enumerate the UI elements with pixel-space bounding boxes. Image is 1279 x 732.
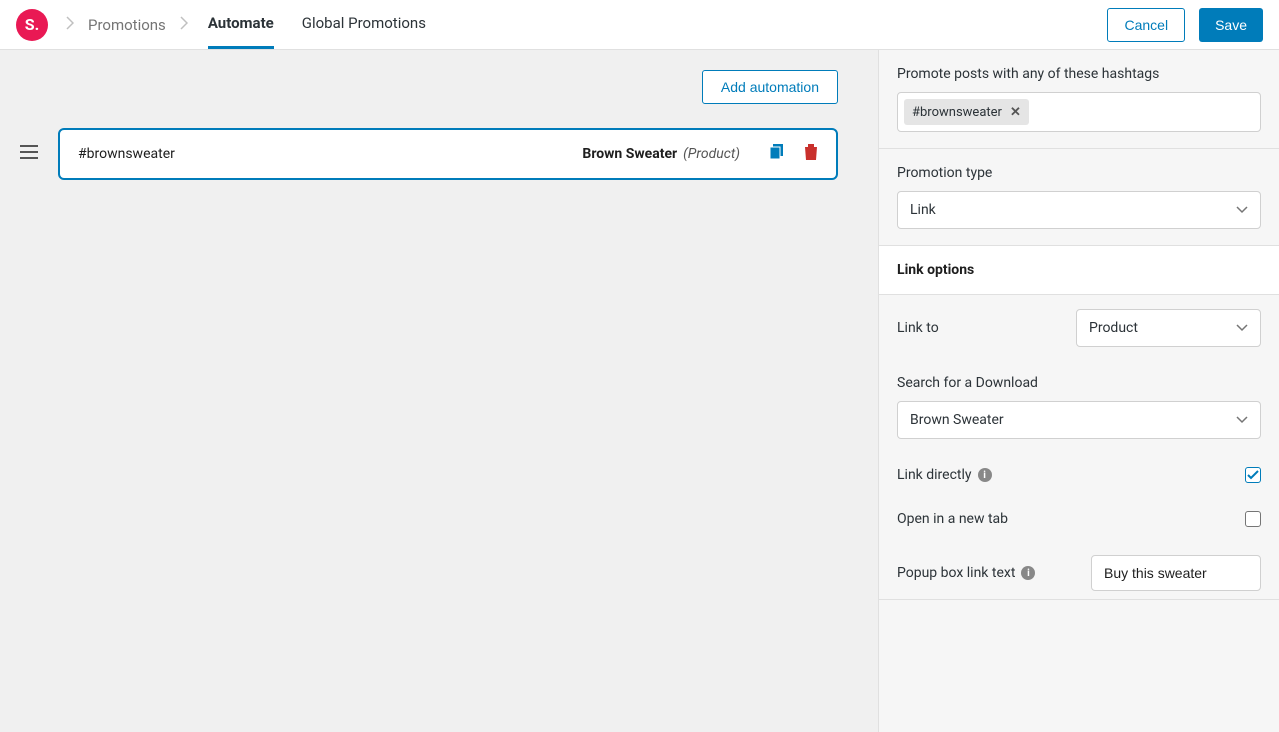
info-icon[interactable]: i [1021, 566, 1035, 580]
link-options-header: Link options [879, 245, 1279, 295]
automation-card[interactable]: #brownsweater Brown Sweater (Product) [58, 128, 838, 180]
duplicate-icon[interactable] [770, 144, 786, 164]
remove-hashtag-icon[interactable]: ✕ [1010, 105, 1021, 120]
automation-product-type: (Product) [683, 146, 740, 162]
header-actions: Cancel Save [1107, 8, 1263, 42]
hashtag-section: Promote posts with any of these hashtags… [879, 50, 1279, 149]
tab-bar: Automate Global Promotions [208, 0, 426, 49]
drag-handle-icon[interactable] [20, 145, 38, 163]
chevron-down-icon [1236, 202, 1248, 218]
automation-product-name: Brown Sweater [582, 146, 677, 162]
card-actions [770, 144, 818, 164]
tab-global-promotions[interactable]: Global Promotions [302, 0, 426, 49]
main-content: Add automation #brownsweater Brown Sweat… [0, 50, 1279, 732]
breadcrumb-promotions[interactable]: Promotions [88, 16, 166, 34]
breadcrumb: Promotions [56, 16, 198, 34]
link-directly-row: Link directly i [879, 453, 1279, 497]
promotion-type-section: Promotion type Link [879, 149, 1279, 245]
save-button[interactable]: Save [1199, 8, 1263, 42]
automations-panel: Add automation #brownsweater Brown Sweat… [0, 50, 879, 732]
link-options-title: Link options [897, 262, 1261, 278]
cancel-button[interactable]: Cancel [1107, 8, 1185, 42]
app-logo: S. [16, 9, 48, 41]
download-value: Brown Sweater [910, 412, 1004, 428]
link-directly-checkbox[interactable] [1245, 467, 1261, 483]
chevron-down-icon [1236, 320, 1248, 336]
popup-text-label: Popup box link text i [897, 565, 1035, 581]
link-to-select[interactable]: Product [1076, 309, 1261, 347]
page-header: S. Promotions Automate Global Promotions… [0, 0, 1279, 50]
hashtag-chip-text: #brownsweater [912, 105, 1002, 120]
delete-icon[interactable] [804, 144, 818, 164]
info-icon[interactable]: i [978, 468, 992, 482]
tab-automate[interactable]: Automate [208, 0, 274, 49]
popup-text-row: Popup box link text i [879, 541, 1279, 600]
automation-meta: Brown Sweater (Product) [582, 144, 818, 164]
download-row: Search for a Download Brown Sweater [879, 361, 1279, 453]
link-to-value: Product [1089, 320, 1138, 336]
hashtag-label: Promote posts with any of these hashtags [897, 66, 1261, 82]
link-to-label: Link to [897, 320, 939, 336]
promotion-type-label: Promotion type [897, 165, 1261, 181]
automation-row: #brownsweater Brown Sweater (Product) [20, 128, 838, 180]
download-label: Search for a Download [897, 375, 1261, 391]
promotion-type-select[interactable]: Link [897, 191, 1261, 229]
popup-text-input[interactable] [1091, 555, 1261, 591]
link-directly-label: Link directly i [897, 467, 992, 483]
promotion-type-value: Link [910, 202, 936, 218]
automation-hashtag: #brownsweater [78, 146, 175, 162]
hashtag-input[interactable]: #brownsweater ✕ [897, 92, 1261, 132]
chevron-right-icon [66, 16, 74, 34]
chevron-right-icon [180, 16, 188, 34]
hashtag-chip: #brownsweater ✕ [904, 99, 1029, 125]
chevron-down-icon [1236, 412, 1248, 428]
open-new-tab-checkbox[interactable] [1245, 511, 1261, 527]
add-automation-button[interactable]: Add automation [702, 70, 838, 104]
open-new-tab-row: Open in a new tab [879, 497, 1279, 541]
link-to-row: Link to Product [879, 295, 1279, 361]
settings-panel: Promote posts with any of these hashtags… [879, 50, 1279, 732]
download-select[interactable]: Brown Sweater [897, 401, 1261, 439]
open-new-tab-label: Open in a new tab [897, 511, 1008, 527]
